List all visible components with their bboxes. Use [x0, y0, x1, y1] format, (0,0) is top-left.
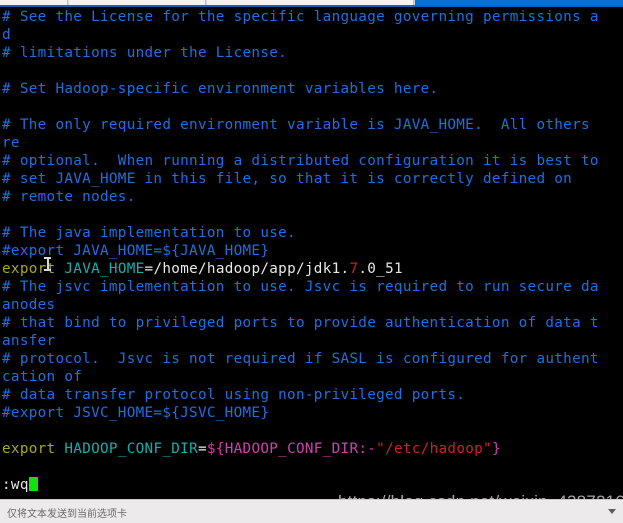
comment-text: cation of	[2, 369, 83, 385]
comment-text	[2, 207, 11, 223]
keyword-export: export	[2, 441, 56, 457]
terminal-line: :wq	[2, 476, 623, 494]
keyword-export: export	[2, 261, 56, 277]
terminal-line	[2, 458, 623, 476]
comment-text	[2, 459, 11, 475]
comment-text: # Set Hadoop-specific environment variab…	[2, 81, 439, 97]
terminal-line: # optional. When running a distributed c…	[2, 152, 623, 170]
terminal-line: export HADOOP_CONF_DIR=${HADOOP_CONF_DIR…	[2, 440, 623, 458]
comment-text: ansfer	[2, 333, 56, 349]
block-cursor	[28, 477, 38, 491]
terminal-line: ansfer	[2, 332, 623, 350]
comment-text: d	[2, 27, 11, 43]
java-home-path-prefix: /home/hadoop/app/jdk1.	[153, 261, 350, 277]
terminal-line: # See the License for the specific langu…	[2, 8, 623, 26]
browser-tab-strip[interactable]	[0, 0, 623, 7]
terminal-line: export JAVA_HOME=/home/hadoop/app/jdk1.7…	[2, 260, 623, 278]
comment-text: # The only required environment variable…	[2, 117, 599, 133]
comment-text: #export JSVC_HOME=${JSVC_HOME}	[2, 405, 270, 421]
terminal-line: re	[2, 134, 623, 152]
equals-sign: =	[198, 441, 207, 457]
default-path-string: "/etc/hadoop"	[376, 441, 492, 457]
terminal-line: # The java implementation to use.	[2, 224, 623, 242]
comment-text: # that bind to privileged ports to provi…	[2, 315, 599, 331]
terminal-line: # The jsvc implementation to use. Jsvc i…	[2, 278, 623, 296]
terminal-line: cation of	[2, 368, 623, 386]
terminal-line: # data transfer protocol using non-privi…	[2, 386, 623, 404]
expansion-open: ${HADOOP_CONF_DIR:-	[206, 441, 377, 457]
terminal-line: #export JAVA_HOME=${JAVA_HOME}	[2, 242, 623, 260]
terminal-line	[2, 98, 623, 116]
comment-text: # set JAVA_HOME in this file, so that it…	[2, 171, 573, 187]
terminal-line: # The only required environment variable…	[2, 116, 623, 134]
terminal-line	[2, 422, 623, 440]
comment-text: # See the License for the specific langu…	[2, 9, 599, 25]
comment-text: # limitations under the License.	[2, 45, 288, 61]
comment-text	[2, 63, 11, 79]
terminal-line: #export JSVC_HOME=${JSVC_HOME}	[2, 404, 623, 422]
terminal-line	[2, 62, 623, 80]
comment-text: #export JAVA_HOME=${JAVA_HOME}	[2, 243, 270, 259]
vim-command-text: :wq	[2, 477, 29, 493]
terminal-text-area[interactable]: # See the License for the specific langu…	[2, 8, 623, 494]
comment-text	[2, 99, 11, 115]
comment-text: # remote nodes.	[2, 189, 136, 205]
status-bar-label: 仅将文本发送到当前选项卡	[7, 509, 127, 520]
identifier-java-home: JAVA_HOME	[64, 261, 145, 277]
comment-text: # The java implementation to use.	[2, 225, 296, 241]
terminal-line: # Set Hadoop-specific environment variab…	[2, 80, 623, 98]
identifier-hadoop-conf-dir: HADOOP_CONF_DIR	[64, 441, 198, 457]
terminal-line	[2, 206, 623, 224]
comment-text: # protocol. Jsvc is not required if SASL…	[2, 351, 599, 367]
status-bar: 仅将文本发送到当前选项卡	[0, 499, 623, 523]
expansion-close: }	[491, 441, 501, 457]
comment-text: # The jsvc implementation to use. Jsvc i…	[2, 279, 599, 295]
terminal-line: anodes	[2, 296, 623, 314]
terminal-line: d	[2, 26, 623, 44]
terminal-line: # remote nodes.	[2, 188, 623, 206]
comment-text: # data transfer protocol using non-privi…	[2, 387, 466, 403]
terminal-line: # set JAVA_HOME in this file, so that it…	[2, 170, 623, 188]
comment-text	[2, 423, 11, 439]
terminal-line: # that bind to privileged ports to provi…	[2, 314, 623, 332]
chevron-down-icon[interactable]	[608, 509, 616, 514]
terminal-editor-viewport[interactable]: # See the License for the specific langu…	[0, 7, 623, 499]
terminal-line: # limitations under the License.	[2, 44, 623, 62]
comment-text: # optional. When running a distributed c…	[2, 153, 599, 169]
terminal-line: # protocol. Jsvc is not required if SASL…	[2, 350, 623, 368]
comment-text: re	[2, 135, 20, 151]
java-home-path-suffix: .0_51	[358, 261, 403, 277]
comment-text: anodes	[2, 297, 56, 313]
